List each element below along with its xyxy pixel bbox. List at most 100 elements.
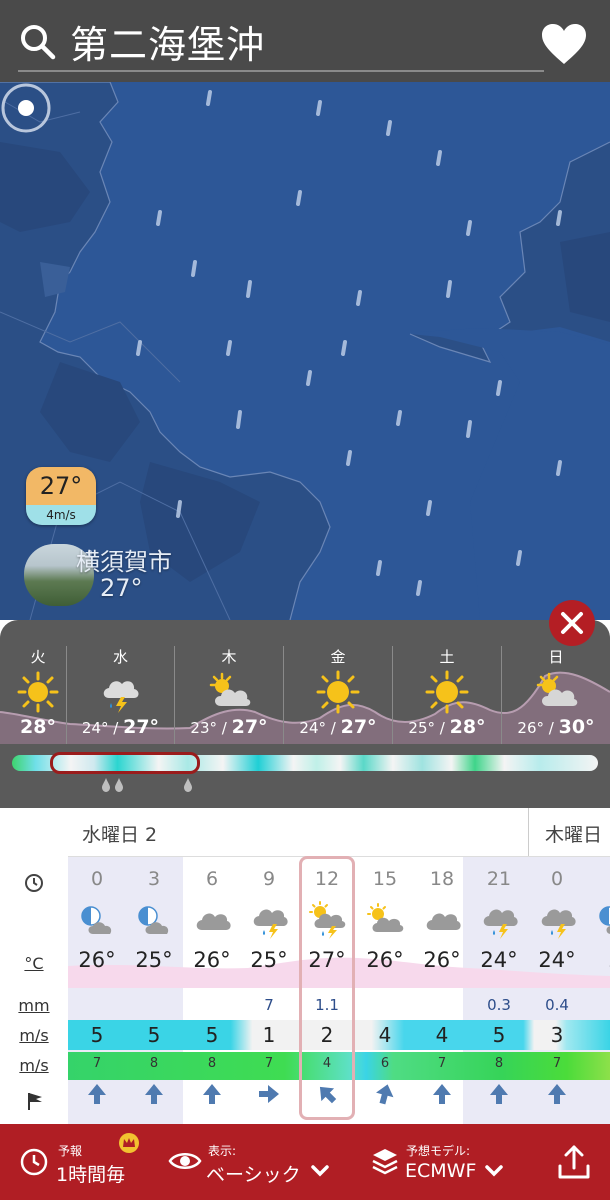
day-name: 金 — [330, 648, 346, 666]
chevron-down-icon — [485, 1165, 503, 1177]
hour-column[interactable]: 0 24° 0.4 3 7 — [528, 856, 586, 1124]
day-header: 木曜日 — [545, 824, 603, 846]
wind-direction-flag-icon — [28, 1093, 42, 1110]
hour-temperature: 26° — [423, 948, 461, 972]
partly-cloudy-icon — [209, 672, 251, 706]
day-column-wed[interactable]: 水 24° / 27° — [67, 620, 174, 746]
rain-drop-icon — [115, 778, 123, 792]
partly-cloudy-night-icon — [81, 906, 112, 934]
forecast-label: 予報 — [58, 1144, 83, 1158]
timeline-selection-window[interactable] — [50, 752, 200, 774]
hour-wind-gust: 7 — [92, 1056, 102, 1071]
hour-column[interactable]: 3 25° 5 8 — [125, 856, 183, 1124]
hour-wind-gust: 6 — [380, 1056, 390, 1071]
hour-precipitation: 7 — [264, 996, 274, 1014]
hour-wind-gust: 8 — [149, 1056, 159, 1071]
search-underline — [18, 70, 544, 72]
display-value: ベーシック — [206, 1164, 301, 1186]
hour-wind-speed: 4 — [378, 1023, 392, 1047]
thunderstorm-rain-icon — [103, 681, 138, 713]
wind-direction-arrow-icon — [490, 1084, 508, 1104]
hour-column[interactable]: 21 24° 0.3 5 8 — [470, 856, 528, 1124]
location-title[interactable]: 第二海堡沖 — [70, 14, 265, 69]
day-name: 木 — [221, 648, 237, 666]
day-temperature: 26° / 30° — [517, 716, 595, 738]
city-name[interactable]: 横須賀市 — [76, 542, 172, 577]
search-icon[interactable] — [18, 22, 58, 62]
hour-temperature: 2 — [586, 948, 610, 972]
hour-temperature: 24° — [538, 948, 576, 972]
temperature-wind-badge[interactable]: 27° 4m/s — [26, 467, 96, 525]
partly-cloudy-icon — [536, 672, 578, 706]
hour-column[interactable]: 20 — [586, 856, 610, 1124]
wind-direction-arrow-icon — [203, 1084, 221, 1104]
hour-time: 0 — [90, 868, 104, 890]
weather-map[interactable]: 27° 4m/s 横須賀市 27° — [0, 82, 610, 620]
clock-icon — [25, 874, 43, 892]
hour-column[interactable]: 18 26° 4 7 — [413, 856, 471, 1124]
partly-cloudy-night-icon — [138, 906, 169, 934]
hour-wind-speed — [586, 1020, 610, 1050]
hour-wind-gust: 8 — [207, 1056, 217, 1071]
day-name: 土 — [439, 648, 455, 666]
clock-icon — [20, 1148, 48, 1176]
hour-column[interactable]: 6 26° 5 8 — [183, 856, 241, 1124]
hour-wind-speed: 1 — [262, 1023, 276, 1047]
rain-drop-icon — [184, 778, 192, 792]
hour-temperature: 24° — [480, 948, 518, 972]
forecast-interval-button[interactable]: 予報 1時間毎 — [0, 1124, 150, 1200]
wind-direction-arrow-icon — [259, 1085, 279, 1103]
wind-direction-arrow-icon — [145, 1084, 163, 1104]
hour-column[interactable]: 9 25° 7 1 7 — [240, 856, 298, 1124]
wind-direction-arrow-icon — [433, 1084, 451, 1104]
hour-column[interactable]: 0 26° 5 7 — [68, 856, 126, 1124]
hour-wind-speed: 5 — [90, 1023, 104, 1047]
chevron-down-icon — [311, 1165, 329, 1177]
share-upload-icon[interactable] — [556, 1144, 592, 1180]
hourly-forecast-table[interactable]: 水曜日 2 木曜日 0 26° 5 7 3 25° 5 8 6 26° 5 8 9 25° 7 1 7 12 27°… — [0, 808, 610, 1124]
forecast-value: 1時間毎 — [56, 1164, 126, 1186]
daily-forecast-strip[interactable]: 火 28° 水 24° / 27° 木 23° / 27° 金 24° / 27… — [0, 620, 610, 808]
day-column-thu[interactable]: 木 23° / 27° — [175, 620, 283, 746]
day-name: 水 — [112, 648, 128, 666]
day-temperature: 24° / 27° — [81, 716, 160, 738]
hour-wind-gust: 7 — [552, 1056, 562, 1071]
hour-time: 3 — [147, 868, 161, 890]
hour-temperature: 26° — [366, 948, 404, 972]
hour-temperature: 25° — [135, 948, 173, 972]
display-mode-button[interactable]: 表示: ベーシック — [160, 1124, 360, 1200]
day-column-fri[interactable]: 金 24° / 27° — [284, 620, 392, 746]
wind-unit-label: m/s — [19, 1026, 49, 1045]
partly-cloudy-icon — [367, 903, 404, 932]
hour-wind-speed: 4 — [435, 1023, 449, 1047]
day-temperature: 24° / 27° — [299, 716, 377, 738]
day-divider — [528, 808, 529, 856]
hour-time: 18 — [429, 868, 455, 890]
day-header: 水曜日 2 — [82, 824, 158, 846]
wind-direction-arrow-icon — [88, 1084, 106, 1104]
map-land — [0, 82, 610, 620]
display-label: 表示: — [208, 1144, 237, 1158]
hour-wind-gust: 8 — [494, 1056, 504, 1071]
hour-column[interactable]: 15 26° 4 6 — [356, 856, 414, 1124]
cloud-icon — [196, 913, 231, 930]
selected-hour-highlight — [299, 856, 355, 1120]
sun-icon — [316, 670, 360, 714]
eye-icon — [168, 1153, 202, 1169]
hour-wind-gust: 7 — [437, 1056, 447, 1071]
day-name: 火 — [30, 648, 46, 666]
sun-icon — [17, 671, 59, 713]
forecast-model-button[interactable]: 予想モデル: ECMWF — [364, 1124, 514, 1200]
city-temperature: 27° — [100, 574, 143, 602]
hour-time: 9 — [262, 868, 276, 890]
badge-wind: 4m/s — [26, 505, 96, 525]
day-column-sat[interactable]: 土 25° / 28° — [393, 620, 501, 746]
close-button[interactable] — [549, 600, 595, 646]
day-column-tue[interactable]: 火 28° — [8, 620, 68, 746]
location-marker-icon[interactable] — [0, 82, 52, 134]
favorite-heart-icon[interactable] — [540, 22, 588, 66]
hour-temperature: 25° — [250, 948, 288, 972]
hour-precipitation: 0 — [586, 996, 610, 1014]
row-labels: °C mm m/s m/s — [0, 808, 68, 1124]
partly-cloudy-night-icon — [599, 906, 610, 934]
